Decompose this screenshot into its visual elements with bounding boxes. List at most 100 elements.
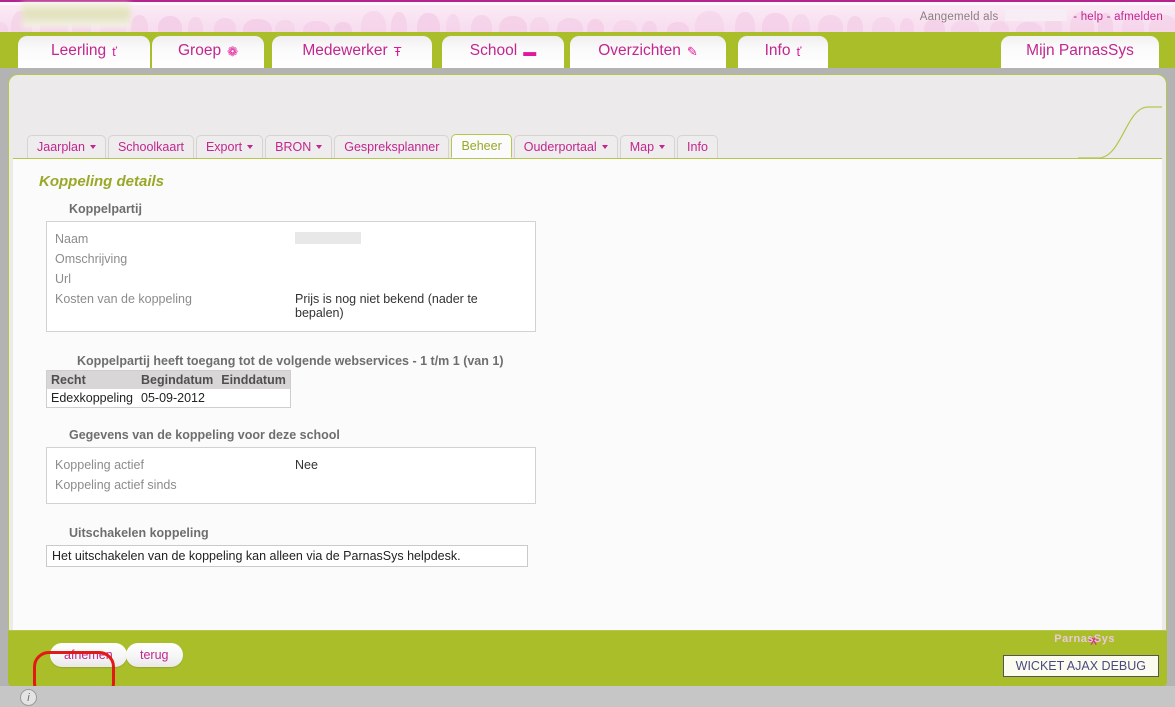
crowd-silhouette [695, 11, 724, 32]
crowd-silhouette [1016, 22, 1042, 32]
sub-tab-ouderportaal[interactable]: Ouderportaal [513, 135, 618, 158]
help-link[interactable]: help [1081, 11, 1104, 23]
wicket-ajax-debug-button[interactable]: WICKET AJAX DEBUG [1002, 655, 1159, 677]
person-icon: Ŧ [393, 43, 402, 59]
main-tab-label: Groep [178, 42, 222, 59]
footer-button-terug[interactable]: terug [126, 643, 183, 667]
detail-row-label: Naam [55, 232, 89, 246]
login-separator-1: - [1073, 11, 1078, 23]
chevron-down-icon [316, 145, 323, 149]
main-tab-groep[interactable]: Groep ❁ [152, 36, 264, 68]
crowd-silhouette [158, 16, 182, 32]
detail-row-value [295, 232, 527, 246]
footer-button-afnemen[interactable]: afnemen [50, 643, 127, 667]
sub-tab-bron[interactable]: BRON [265, 135, 333, 158]
webservices-cell [217, 389, 291, 408]
logged-in-user-redacted [1004, 9, 1067, 21]
sub-tab-label: Beheer [461, 139, 502, 153]
logout-link[interactable]: afmelden [1114, 11, 1163, 23]
crowd-silhouette [735, 12, 755, 32]
main-tab-label: School [469, 42, 518, 59]
school-building-icon: ▬ [523, 43, 537, 59]
main-tab-strip: Leerling ť Groep ❁ Medewerker Ŧ School ▬ Overzic… [0, 32, 1175, 68]
main-tab-medewerker[interactable]: Medewerker Ŧ [272, 36, 432, 68]
webservices-table: Recht Begindatum Einddatum Edexkoppeling 05… [46, 370, 291, 408]
detail-row-label: Koppeling actief [55, 458, 144, 472]
detail-row: Url [47, 269, 535, 289]
detail-row-label: Url [55, 272, 71, 286]
crowd-silhouette [667, 22, 689, 32]
detail-row: Kosten van de koppeling Prijs is nog niet… [47, 289, 535, 323]
detail-row: Omschrijving [47, 249, 535, 269]
detail-row-label: Koppeling actief sinds [55, 478, 177, 492]
main-tab-mijn-parnassys[interactable]: Mijn ParnasSys [1001, 36, 1159, 68]
sub-tab-label: Export [205, 140, 243, 154]
uitschakelen-notice: Het uitschakelen van de koppeling kan al… [46, 545, 528, 567]
main-tab-overzichten[interactable]: Overzichten ✎ [570, 36, 726, 68]
footer-action-bar: ⚹ ParnasSys WICKET AJAX DEBUG afnemen ter… [8, 631, 1167, 686]
crowd-silhouette [762, 13, 789, 32]
section-heading-uitschakelen: Uitschakelen koppeling [69, 526, 209, 540]
chevron-down-icon [659, 145, 666, 149]
webservices-caption: Koppelpartij heeft toegang tot de volgen… [77, 354, 504, 368]
login-prefix-label: Aangemeld als [919, 11, 999, 23]
login-info: Aangemeld als - help - afmelden [920, 9, 1163, 23]
main-tab-leerling[interactable]: Leerling ť [18, 36, 150, 68]
section-heading-school-gegevens: Gegevens van de koppeling voor deze scho… [69, 428, 340, 442]
detail-row-value [295, 252, 527, 266]
detail-row-label: Omschrijving [55, 252, 128, 266]
webservices-cell: 05-09-2012 [137, 389, 218, 408]
chevron-down-icon [247, 145, 254, 149]
table-row: Edexkoppeling 05-09-2012 [46, 389, 291, 408]
sub-tab-label: Gespreksplanner [344, 140, 440, 154]
webservices-body: Edexkoppeling 05-09-2012 [46, 389, 291, 408]
sub-tab-export[interactable]: Export [195, 135, 264, 158]
crowd-silhouette [303, 21, 330, 32]
main-tab-school[interactable]: School ▬ [442, 36, 564, 68]
crowd-silhouette [847, 16, 863, 32]
sub-tab-beheer[interactable]: Beheer [451, 134, 512, 158]
crowd-silhouette [214, 18, 236, 32]
crowd-silhouette [530, 17, 549, 32]
main-tab-label: Leerling [50, 42, 107, 59]
content-shell: Jaarplan Schoolkaart Export BRON Gesprekspla… [8, 74, 1167, 631]
chevron-down-icon [89, 145, 96, 149]
webservices-column-header: Begindatum [137, 370, 218, 389]
crowd-silhouette [131, 15, 148, 32]
info-icon[interactable]: i [20, 689, 37, 706]
sub-tab-gespreksplanner[interactable]: Gespreksplanner [334, 135, 450, 158]
sub-tab-label: Map [629, 140, 655, 154]
crowd-silhouette [275, 20, 295, 32]
crowd-silhouette [188, 17, 203, 32]
crowd-silhouette [446, 14, 460, 32]
main-tab-label: Overzichten [598, 42, 681, 59]
sub-tab-label: Jaarplan [37, 140, 85, 154]
login-separator-2: - [1106, 11, 1111, 23]
detail-row: Koppeling actief Nee [47, 455, 535, 475]
detail-row-value: Nee [295, 458, 318, 472]
sub-tab-info[interactable]: Info [677, 135, 718, 158]
koppelpartij-panel: Naam Omschrijving Url Kosten van de koppeli… [46, 221, 536, 332]
main-tab-label: Info [764, 42, 791, 59]
sub-tab-label: Schoolkaart [117, 140, 184, 154]
main-tab-info[interactable]: Info ť [738, 36, 828, 68]
redacted-value [295, 232, 361, 244]
page-title: Koppeling details [39, 173, 165, 190]
crowd-silhouette [243, 19, 272, 32]
crowd-silhouette [900, 18, 914, 32]
webservices-header-row: Recht Begindatum Einddatum [46, 370, 291, 389]
crowd-silhouette [587, 19, 604, 32]
detail-row: Naam [47, 229, 535, 249]
crowd-silhouette [361, 11, 386, 32]
crowd-silhouette [557, 18, 583, 32]
main-tab-label: Medewerker [302, 42, 388, 59]
section-heading-koppelpartij: Koppelpartij [69, 202, 142, 216]
sub-tab-schoolkaart[interactable]: Schoolkaart [107, 135, 194, 158]
sub-tab-map[interactable]: Map [619, 135, 676, 158]
detail-row-label: Kosten van de koppeling [55, 292, 192, 306]
crowd-silhouette [613, 20, 637, 32]
crowd-silhouette [417, 13, 440, 32]
person-running-icon: ť [112, 43, 118, 59]
sub-tab-jaarplan[interactable]: Jaarplan [27, 135, 106, 158]
crowd-silhouette [499, 16, 527, 32]
